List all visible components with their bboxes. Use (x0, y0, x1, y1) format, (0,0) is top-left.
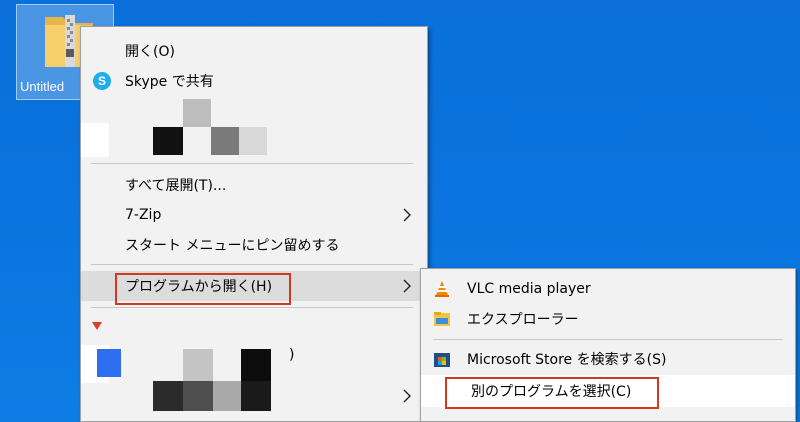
menu-item-label: スタート メニューにピン留めする (125, 238, 340, 254)
menu-item-7zip[interactable]: 7-Zip (81, 201, 427, 229)
obscured-menu-entry (153, 349, 271, 413)
highlight-box-open-with (115, 273, 291, 305)
menu-separator (433, 339, 783, 340)
vlc-cone-icon (435, 281, 449, 297)
blue-square-icon (97, 349, 121, 377)
open-with-submenu: VLC media player エクスプローラー Microsoft Stor… (420, 268, 796, 422)
menu-item-label: Microsoft Store を検索する(S) (467, 352, 667, 368)
chevron-right-icon (403, 208, 411, 222)
menu-item-label: 7-Zip (125, 207, 162, 223)
submenu-item-store-search[interactable]: Microsoft Store を検索する(S) (421, 345, 795, 373)
desktop-icon-label: Untitled (20, 79, 65, 94)
highlight-box-choose-other (445, 377, 659, 409)
menu-separator (91, 163, 413, 164)
skype-icon: S (93, 72, 111, 90)
menu-item-label: Skype で共有 (125, 74, 214, 90)
chevron-right-icon (403, 389, 411, 403)
chevron-right-icon (403, 279, 411, 293)
partial-menu-text: ) (289, 347, 295, 363)
file-explorer-icon (434, 312, 450, 326)
microsoft-store-icon (434, 353, 450, 367)
menu-item-share-skype[interactable]: S Skype で共有 (81, 67, 427, 95)
menu-separator (91, 264, 413, 265)
context-menu: 開く(O) S Skype で共有 すべて展開(T)... 7-Zip スタート… (80, 26, 428, 422)
icon-column-strip (81, 123, 109, 157)
submenu-item-explorer[interactable]: エクスプローラー (421, 305, 795, 333)
menu-item-label: すべて展開(T)... (125, 178, 227, 194)
obscured-menu-entry (153, 99, 269, 155)
menu-item-label: VLC media player (467, 281, 591, 297)
submenu-item-vlc[interactable]: VLC media player (421, 275, 795, 303)
menu-separator (91, 307, 413, 308)
menu-item-label: 開く(O) (125, 44, 175, 60)
red-marker-icon (92, 322, 102, 330)
menu-item-extract-all[interactable]: すべて展開(T)... (81, 171, 427, 199)
menu-item-open[interactable]: 開く(O) (81, 37, 427, 65)
menu-item-pin-start[interactable]: スタート メニューにピン留めする (81, 231, 427, 259)
menu-item-label: エクスプローラー (467, 312, 579, 328)
